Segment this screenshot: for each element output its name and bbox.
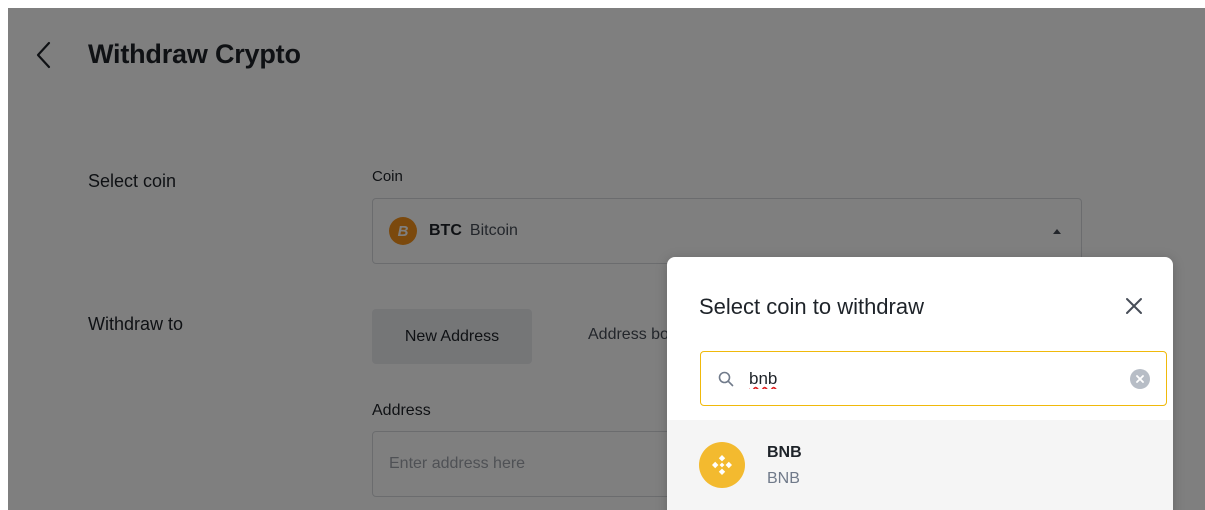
coin-result-item[interactable]: BNB BNB xyxy=(667,420,1173,510)
select-coin-modal: Select coin to withdraw bnb BNB BNB xyxy=(667,257,1173,510)
search-icon xyxy=(717,370,735,388)
modal-title: Select coin to withdraw xyxy=(699,294,924,319)
result-coin-symbol: BNB xyxy=(767,444,802,461)
close-button[interactable] xyxy=(1119,291,1149,321)
clear-search-icon[interactable] xyxy=(1130,369,1150,389)
app-frame: Withdraw Crypto Select coin Coin B BTC B… xyxy=(8,8,1205,510)
coin-search-input[interactable] xyxy=(749,368,1109,389)
result-coin-name: BNB xyxy=(767,470,800,487)
bnb-coin-icon xyxy=(699,442,745,488)
coin-search-box[interactable] xyxy=(700,351,1167,406)
close-icon xyxy=(1126,298,1142,314)
